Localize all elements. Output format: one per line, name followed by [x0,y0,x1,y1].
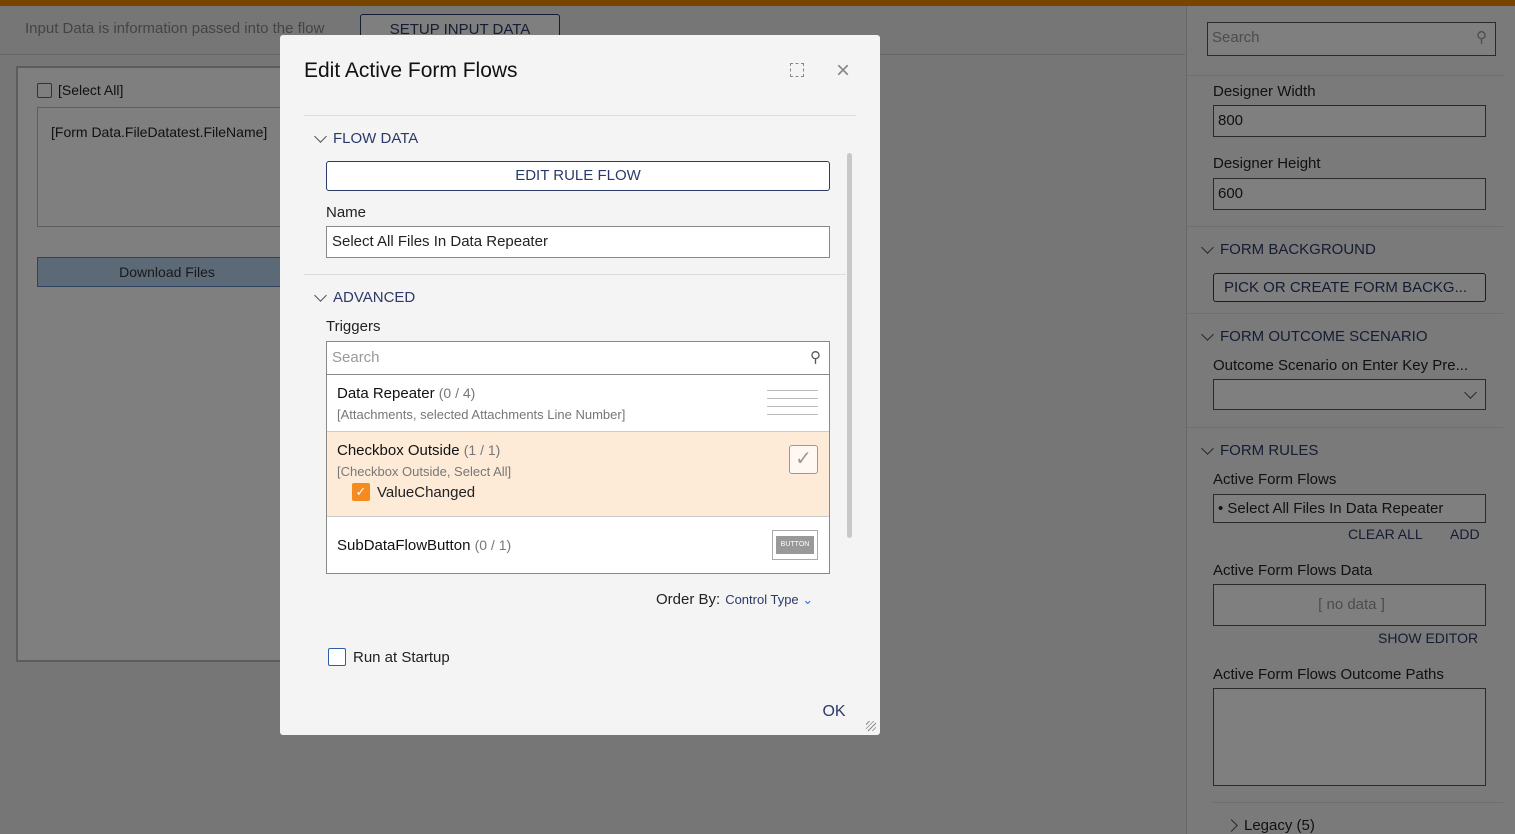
edit-active-form-flows-dialog: Edit Active Form Flows × FLOW DATA EDIT … [280,35,880,735]
run-at-startup-label: Run at Startup [353,648,450,666]
run-at-startup-checkbox[interactable]: Run at Startup [328,648,450,666]
order-by-label: Order By: [656,591,721,608]
section-label: ADVANCED [333,289,416,306]
advanced-section[interactable]: ADVANCED [314,288,416,306]
triggers-list: Data Repeater (0 / 4) [Attachments, sele… [326,374,830,574]
trigger-name: Checkbox Outside [337,442,460,459]
resize-handle-icon[interactable] [866,721,876,731]
event-label: ValueChanged [377,483,476,501]
name-input[interactable]: Select All Files In Data Repeater [326,226,830,258]
checkmark-icon: ✓ [352,483,370,501]
trigger-count: (0 / 4) [438,385,476,401]
trigger-name: SubDataFlowButton [337,537,471,554]
ok-button[interactable]: OK [803,695,865,729]
checkbox-icon [328,648,346,666]
triggers-label: Triggers [326,318,381,335]
flow-data-section[interactable]: FLOW DATA [314,129,419,147]
button-icon: BUTTON [772,530,818,560]
close-icon[interactable]: × [836,57,850,85]
order-by: Order By: Control Type ⌄ [656,591,813,608]
edit-rule-flow-button[interactable]: EDIT RULE FLOW [326,161,830,191]
trigger-sub: [Attachments, selected Attachments Line … [337,407,626,422]
checkbox-icon: ✓ [789,445,818,474]
trigger-sub: [Checkbox Outside, Select All] [337,464,512,479]
trigger-row[interactable]: Checkbox Outside (1 / 1) [Checkbox Outsi… [327,432,829,517]
search-icon: ⚲ [810,349,821,366]
scrollbar[interactable] [847,153,852,538]
trigger-row[interactable]: Data Repeater (0 / 4) [Attachments, sele… [327,375,829,432]
chevron-down-icon: ⌄ [802,592,814,607]
button-icon-text: BUTTON [776,536,814,554]
section-label: FLOW DATA [333,130,419,147]
triggers-search-input[interactable]: Search ⚲ [326,341,830,375]
maximize-icon[interactable] [790,63,804,77]
order-by-select[interactable]: Control Type ⌄ [725,592,813,608]
name-label: Name [326,204,367,221]
search-placeholder: Search [332,349,380,366]
order-by-value: Control Type [725,592,799,607]
trigger-count: (1 / 1) [463,442,501,458]
value-changed-checkbox[interactable]: ✓ ValueChanged [352,483,475,501]
trigger-row[interactable]: SubDataFlowButton (0 / 1) BUTTON [327,517,829,574]
data-repeater-icon [767,387,818,419]
dialog-title: Edit Active Form Flows [304,59,518,82]
trigger-count: (0 / 1) [474,537,512,553]
trigger-name: Data Repeater [337,385,435,402]
